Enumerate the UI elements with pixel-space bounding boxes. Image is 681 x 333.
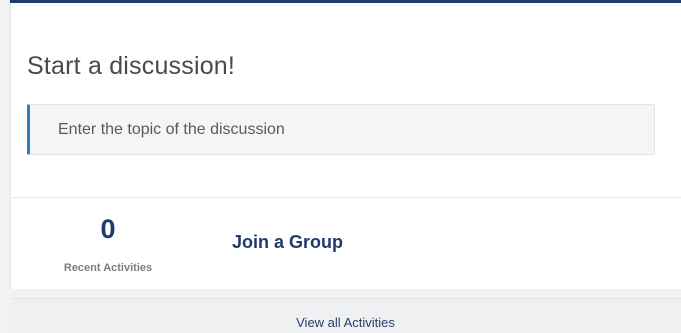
page: Start a discussion! 0 Recent Activities … <box>0 0 681 333</box>
discussion-topic-input[interactable] <box>27 104 655 155</box>
discussion-title: Start a discussion! <box>27 52 236 80</box>
join-group-link[interactable]: Join a Group <box>232 232 343 253</box>
recent-activities-label: Recent Activities <box>63 262 153 274</box>
activities-footer: View all Activities <box>10 298 681 333</box>
view-all-activities-link[interactable]: View all Activities <box>10 315 681 330</box>
discussion-section <box>11 3 681 198</box>
recent-activities-count: 0 <box>100 214 116 244</box>
